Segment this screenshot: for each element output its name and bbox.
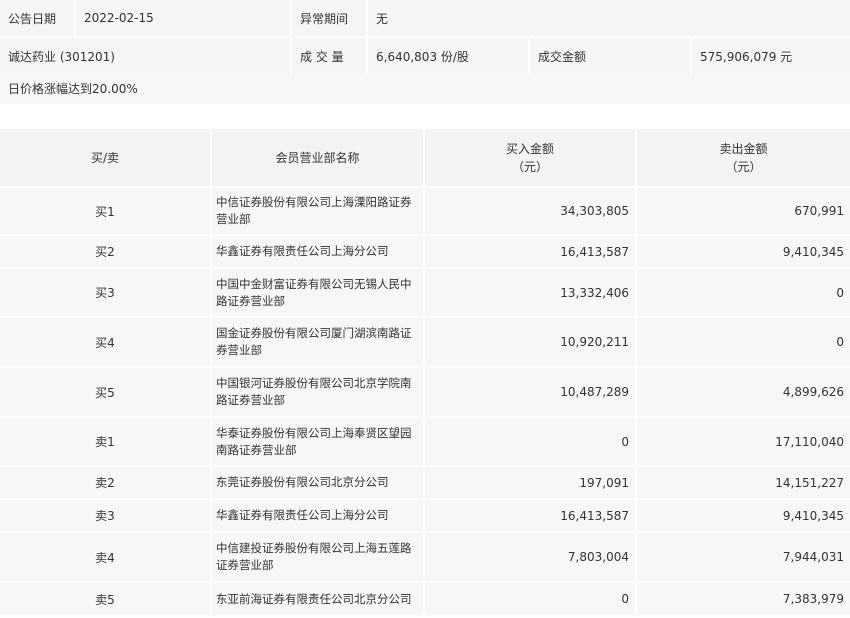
header-buy-amount-unit: （元） [511, 159, 548, 174]
table-row: 卖4 中信建投证券股份有限公司上海五莲路证券营业部 7,803,004 7,94… [0, 531, 850, 582]
row-sell-amount: 9,410,345 [635, 234, 850, 268]
row-buy-amount: 197,091 [423, 465, 636, 499]
abnormal-period-value: 无 [365, 0, 850, 37]
announcement-date-label: 公告日期 [0, 0, 75, 37]
row-branch-name: 华泰证券股份有限公司上海奉贤区望园南路证券营业部 [210, 416, 424, 466]
trading-seats-table: 买/卖 会员营业部名称 买入金额 （元） 卖出金额 （元） 买1 中信证券股份有限公… [0, 127, 850, 615]
row-buy-amount: 16,413,587 [423, 498, 636, 532]
row-side: 卖2 [0, 465, 211, 499]
table-header-row: 买/卖 会员营业部名称 买入金额 （元） 卖出金额 （元） [0, 127, 850, 187]
row-buy-amount: 34,303,805 [423, 186, 636, 235]
row-buy-amount: 7,803,004 [423, 531, 636, 582]
row-buy-amount: 0 [423, 581, 636, 615]
row-side: 卖1 [0, 416, 211, 466]
row-side: 买1 [0, 186, 211, 235]
table-row: 买1 中信证券股份有限公司上海溧阳路证券营业部 34,303,805 670,9… [0, 186, 850, 235]
table-row: 买4 国金证券股份有限公司厦门湖滨南路证券营业部 10,920,211 0 [0, 316, 850, 367]
row-branch-name: 东莞证券股份有限公司北京分公司 [210, 465, 424, 499]
table-row: 买5 中国银河证券股份有限公司北京学院南路证券营业部 10,487,289 4,… [0, 366, 850, 417]
volume-label: 成 交 量 [290, 36, 367, 74]
row-branch-name: 中信证券股份有限公司上海溧阳路证券营业部 [210, 186, 424, 235]
row-side: 买4 [0, 316, 211, 367]
row-side: 卖4 [0, 531, 211, 582]
table-row: 卖1 华泰证券股份有限公司上海奉贤区望园南路证券营业部 0 17,110,040 [0, 416, 850, 466]
row-sell-amount: 7,944,031 [635, 531, 850, 582]
header-sell-amount-unit: （元） [725, 159, 762, 174]
row-side: 卖5 [0, 581, 211, 615]
volume-value: 6,640,803 份/股 [366, 36, 529, 74]
row-side: 买2 [0, 234, 211, 268]
info-row-stock: 诚达药业 (301201) 成 交 量 6,640,803 份/股 成交金额 5… [0, 36, 850, 74]
amount-value: 575,906,079 元 [689, 36, 850, 74]
header-sell-amount: 卖出金额 （元） [635, 127, 850, 187]
table-row: 卖2 东莞证券股份有限公司北京分公司 197,091 14,151,227 [0, 465, 850, 499]
table-row: 买3 中国中金财富证券有限公司无锡人民中路证券营业部 13,332,406 0 [0, 267, 850, 317]
stock-name: 诚达药业 (301201) [0, 36, 291, 74]
row-buy-amount: 16,413,587 [423, 234, 636, 268]
row-branch-name: 中国银河证券股份有限公司北京学院南路证券营业部 [210, 366, 424, 417]
row-branch-name: 华鑫证券有限责任公司上海分公司 [210, 234, 424, 268]
row-side: 卖3 [0, 498, 211, 532]
row-sell-amount: 17,110,040 [635, 416, 850, 466]
row-sell-amount: 4,899,626 [635, 366, 850, 417]
header-buy-amount: 买入金额 （元） [423, 127, 636, 187]
table-row: 买2 华鑫证券有限责任公司上海分公司 16,413,587 9,410,345 [0, 234, 850, 268]
row-sell-amount: 670,991 [635, 186, 850, 235]
announcement-date-value: 2022-02-15 [74, 0, 291, 37]
table-row: 卖3 华鑫证券有限责任公司上海分公司 16,413,587 9,410,345 [0, 498, 850, 532]
row-buy-amount: 0 [423, 416, 636, 466]
row-branch-name: 国金证券股份有限公司厦门湖滨南路证券营业部 [210, 316, 424, 367]
row-sell-amount: 7,383,979 [635, 581, 850, 615]
price-change-note: 日价格涨幅达到20.00% [0, 74, 850, 104]
row-sell-amount: 0 [635, 316, 850, 367]
table-row: 卖5 东亚前海证券有限责任公司北京分公司 0 7,383,979 [0, 581, 850, 615]
row-branch-name: 中信建投证券股份有限公司上海五莲路证券营业部 [210, 531, 424, 582]
row-buy-amount: 13,332,406 [423, 267, 636, 317]
row-side: 买5 [0, 366, 211, 417]
row-side: 买3 [0, 267, 211, 317]
header-side: 买/卖 [0, 127, 211, 187]
header-branch-name: 会员营业部名称 [210, 127, 424, 187]
row-branch-name: 东亚前海证券有限责任公司北京分公司 [210, 581, 424, 615]
announcement-info-table: 公告日期 2022-02-15 异常期间 无 诚达药业 (301201) 成 交… [0, 0, 850, 74]
row-buy-amount: 10,487,289 [423, 366, 636, 417]
row-sell-amount: 9,410,345 [635, 498, 850, 532]
row-buy-amount: 10,920,211 [423, 316, 636, 367]
header-buy-amount-title: 买入金额 [505, 141, 554, 156]
amount-label: 成交金额 [528, 36, 691, 74]
row-sell-amount: 0 [635, 267, 850, 317]
row-branch-name: 华鑫证券有限责任公司上海分公司 [210, 498, 424, 532]
row-sell-amount: 14,151,227 [635, 465, 850, 499]
info-row-date: 公告日期 2022-02-15 异常期间 无 [0, 0, 850, 37]
abnormal-period-label: 异常期间 [290, 0, 367, 37]
header-sell-amount-title: 卖出金额 [719, 141, 768, 156]
row-branch-name: 中国中金财富证券有限公司无锡人民中路证券营业部 [210, 267, 424, 317]
